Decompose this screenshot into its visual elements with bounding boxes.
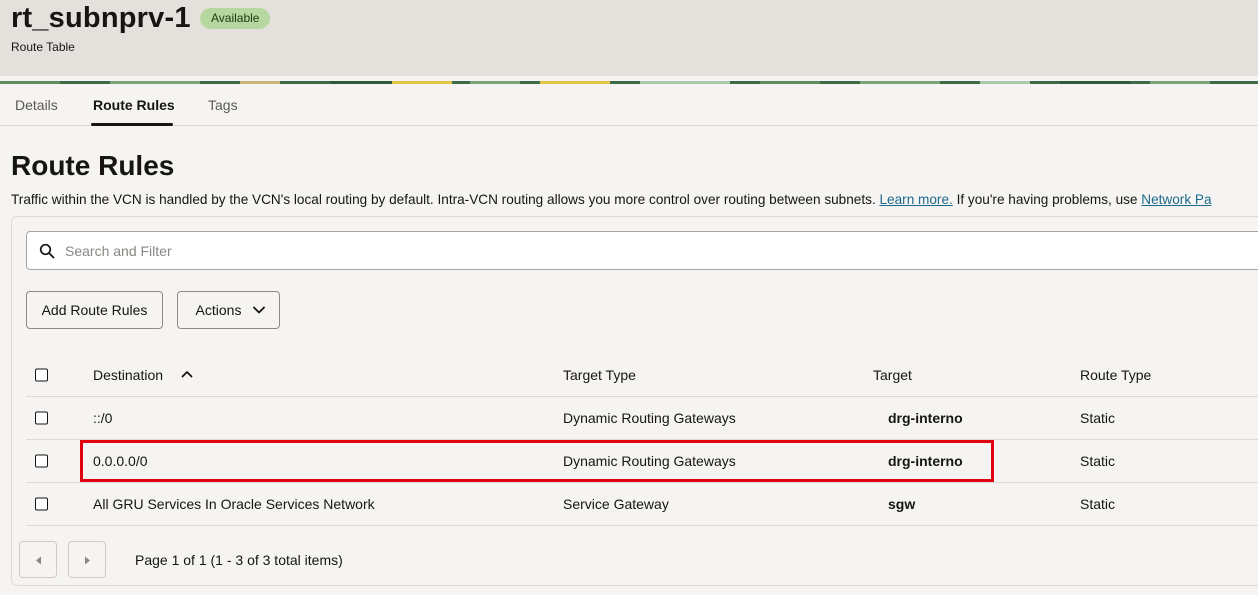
route-type-cell: Static [1080, 453, 1116, 469]
table-row: All GRU Services In Oracle Services Netw… [26, 483, 1258, 526]
target-type-cell: Dynamic Routing Gateways [563, 410, 736, 426]
tab-bar: Details Route Rules Tags [0, 84, 1258, 126]
page-header: rt_subnprv-1 Available Route Table [0, 0, 1258, 76]
table-row: ::/0 Dynamic Routing Gateways drg-intern… [26, 397, 1258, 440]
route-type-cell: Static [1080, 496, 1116, 512]
status-badge: Available [200, 8, 271, 29]
target-cell: drg-interno [888, 410, 963, 426]
destination-cell: ::/0 [93, 410, 113, 426]
resource-type-label: Route Table [11, 40, 75, 54]
learn-more-link[interactable]: Learn more. [880, 192, 953, 207]
sort-ascending-icon[interactable] [181, 370, 193, 378]
next-page-button[interactable] [68, 541, 106, 578]
column-header-target: Target [873, 366, 912, 383]
column-header-target-type: Target Type [563, 366, 636, 383]
chevron-right-icon [85, 556, 90, 565]
page-title: rt_subnprv-1 [11, 2, 191, 34]
column-header-route-type: Route Type [1080, 366, 1152, 383]
tab-route-rules[interactable]: Route Rules [93, 97, 175, 113]
section-description: Traffic within the VCN is handled by the… [11, 192, 1212, 207]
search-icon [39, 243, 55, 259]
highlight-annotation [80, 440, 994, 482]
previous-page-button[interactable] [19, 541, 57, 578]
pagination-status: Page 1 of 1 (1 - 3 of 3 total items) [135, 552, 343, 568]
row-checkbox[interactable] [35, 411, 48, 425]
search-filter-box[interactable] [26, 231, 1258, 270]
target-cell: sgw [888, 496, 916, 512]
target-type-cell: Service Gateway [563, 496, 669, 512]
select-all-checkbox[interactable] [35, 368, 48, 381]
actions-label: Actions [195, 302, 242, 318]
chevron-left-icon [36, 556, 41, 565]
chevron-down-icon [253, 306, 265, 314]
route-type-cell: Static [1080, 410, 1116, 426]
row-checkbox[interactable] [35, 454, 48, 468]
search-input[interactable] [65, 232, 1245, 269]
column-header-destination[interactable]: Destination [93, 367, 163, 383]
table-header-row: Destination Target Type Target Route Typ… [26, 353, 1258, 397]
network-path-analyzer-link[interactable]: Network Pa [1141, 192, 1211, 207]
actions-button[interactable]: Actions [177, 291, 280, 329]
add-route-rules-button[interactable]: Add Route Rules [26, 291, 163, 329]
section-title: Route Rules [11, 150, 175, 181]
description-text: Traffic within the VCN is handled by the… [11, 192, 880, 207]
tab-tags[interactable]: Tags [208, 97, 238, 113]
description-text-2: If you're having problems, use [952, 192, 1142, 207]
destination-cell: All GRU Services In Oracle Services Netw… [93, 496, 375, 512]
tab-details[interactable]: Details [15, 97, 58, 113]
decorative-banner [0, 76, 1258, 84]
row-checkbox[interactable] [35, 497, 48, 511]
active-tab-indicator [91, 123, 173, 126]
